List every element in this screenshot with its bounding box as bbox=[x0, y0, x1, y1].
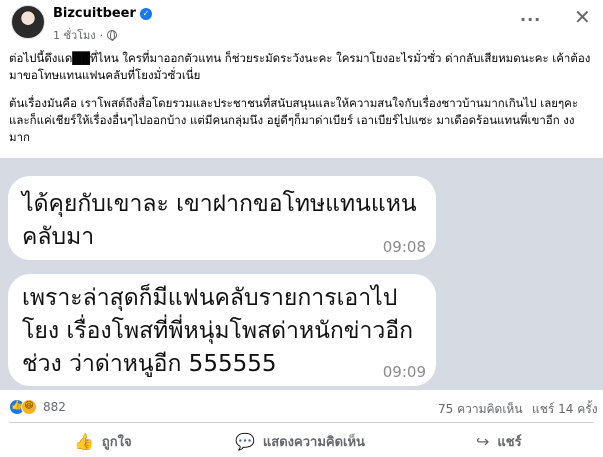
chat-screenshot-image[interactable]: ได้คุยกับเขาละ เขาฝากขอโทษแทนแหนคลับมา 0… bbox=[0, 158, 603, 390]
comment-count[interactable]: 75 ความคิดเห็น bbox=[438, 400, 523, 419]
comment-button[interactable]: 💬 แสดงความคิดเห็น bbox=[235, 427, 365, 455]
author-name[interactable]: Bizcuitbeer bbox=[53, 6, 136, 21]
comment-label: แสดงความคิดเห็น bbox=[262, 434, 365, 450]
separator-dot: · bbox=[99, 28, 104, 42]
post-timestamp[interactable]: 1 ชั่วโมง bbox=[53, 26, 96, 44]
verified-badge-icon: ✓ bbox=[139, 7, 152, 20]
chat-bubble: เพราะล่าสุดก็มีแฟนคลับรายการเอาไปโยง เรื… bbox=[8, 274, 436, 386]
post-paragraph-2: ต้นเรื่องมันคือ เราโพสต์ถึงสื่อโดยรวมและ… bbox=[9, 96, 579, 144]
share-button[interactable]: ↪ แชร์ bbox=[476, 427, 522, 455]
post-meta: 1 ชั่วโมง · bbox=[53, 26, 118, 44]
haha-reaction-icon[interactable]: 😆 bbox=[21, 399, 37, 415]
author-avatar[interactable] bbox=[11, 5, 45, 39]
like-button[interactable]: 👍 ถูกใจ bbox=[74, 427, 132, 455]
share-count[interactable]: แชร์ 14 ครั้ง bbox=[532, 400, 598, 419]
chat-bubble-text: เพราะล่าสุดก็มีแฟนคลับรายการเอาไปโยง เรื… bbox=[22, 285, 414, 377]
chat-bubble-time: 09:08 bbox=[382, 238, 426, 256]
divider bbox=[9, 422, 594, 423]
thumbs-up-icon: 👍 bbox=[74, 431, 94, 451]
reaction-count[interactable]: 882 bbox=[43, 400, 66, 414]
chat-bubble-time: 09:09 bbox=[382, 363, 426, 381]
more-options-icon[interactable]: ··· bbox=[520, 10, 541, 29]
globe-icon bbox=[107, 30, 118, 41]
share-label: แชร์ bbox=[497, 434, 522, 450]
share-arrow-icon: ↪ bbox=[476, 431, 490, 451]
post-header: Bizcuitbeer ✓ 1 ชั่วโมง · ··· ✕ bbox=[0, 0, 603, 46]
like-label: ถูกใจ bbox=[101, 434, 132, 450]
post-stats: 👍 😆 882 75 ความคิดเห็น แชร์ 14 ครั้ง bbox=[0, 396, 603, 418]
post-paragraph-1: ต่อไปนี้ดึงแด██ที่ไหน ใครที่มาออกตัวแทน … bbox=[9, 51, 591, 82]
action-bar: 👍 ถูกใจ 💬 แสดงความคิดเห็น ↪ แชร์ bbox=[0, 425, 603, 457]
close-icon[interactable]: ✕ bbox=[574, 5, 591, 29]
comment-bubble-icon: 💬 bbox=[235, 431, 255, 451]
chat-bubble-text: ได้คุยกับเขาละ เขาฝากขอโทษแทนแหนคลับมา bbox=[22, 191, 417, 250]
chat-bubble: ได้คุยกับเขาละ เขาฝากขอโทษแทนแหนคลับมา 0… bbox=[8, 176, 436, 260]
author-name-row: Bizcuitbeer ✓ bbox=[53, 6, 152, 21]
